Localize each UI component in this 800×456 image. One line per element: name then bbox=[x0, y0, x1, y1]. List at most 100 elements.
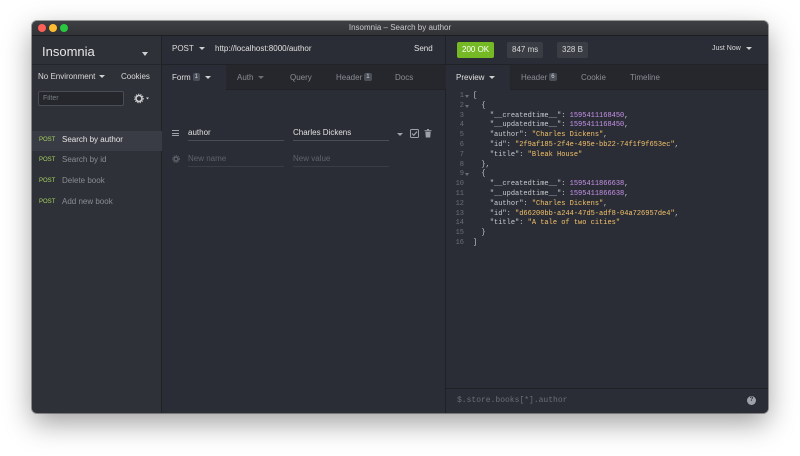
line-number: 8 bbox=[459, 160, 464, 169]
param-options-chevron-down-icon[interactable] bbox=[397, 133, 403, 136]
json-number-value: 1595411866638 bbox=[569, 180, 625, 189]
sidebar-request-add-new-book[interactable]: POST Add new book bbox=[32, 193, 162, 213]
code-line: 3 "__createdtime__": 1595411168450, bbox=[446, 112, 768, 122]
tab-label: Header bbox=[336, 73, 363, 82]
tab-chevron-down-icon bbox=[258, 76, 265, 80]
tab-label: Form bbox=[172, 73, 191, 82]
code-line: 7 "title": "Bleak House" bbox=[446, 151, 768, 161]
json-comma: , bbox=[674, 209, 679, 218]
fold-chevron-down-icon[interactable] bbox=[465, 104, 469, 108]
response-timestamp: Just Now bbox=[712, 45, 741, 52]
line-number: 1 bbox=[459, 92, 464, 100]
json-property: "__createdtime__": 1595411168450, bbox=[489, 111, 629, 120]
fold-chevron-down-icon[interactable] bbox=[465, 95, 469, 98]
json-string-value: "A tale of two cities" bbox=[527, 219, 621, 228]
json-string-value: "Charles Dickens" bbox=[531, 199, 604, 208]
tab-preview[interactable]: Preview bbox=[446, 65, 510, 90]
response-tabs: Preview Header 6 Cookie Timeline bbox=[446, 65, 768, 90]
request-method-badge: POST bbox=[39, 137, 56, 143]
json-comma: , bbox=[603, 199, 608, 208]
fold-chevron-down-icon[interactable] bbox=[465, 173, 469, 177]
tab-label: Query bbox=[290, 73, 312, 82]
tab-label: Cookie bbox=[581, 73, 606, 82]
url-bar: POST http://localhost:8000/author Send bbox=[162, 36, 446, 65]
form-new-param-row: New name New value bbox=[162, 147, 446, 171]
request-method-badge: POST bbox=[39, 199, 56, 205]
tab-label: Auth bbox=[237, 73, 254, 82]
json-property: "author": "Charles Dickens", bbox=[489, 199, 608, 208]
code-line: 5 "author": "Charles Dickens", bbox=[446, 131, 768, 141]
line-number: 3 bbox=[459, 111, 464, 120]
tab-header[interactable]: Header 1 bbox=[336, 65, 372, 90]
tab-cookie[interactable]: Cookie bbox=[581, 65, 606, 90]
json-key: "title" bbox=[489, 219, 520, 228]
line-number: 11 bbox=[455, 190, 464, 198]
tab-query[interactable]: Query bbox=[290, 65, 312, 90]
json-string-value: "2f9af185-2f4e-495e-bb22-74f1f9f653ec" bbox=[515, 141, 675, 149]
tab-docs[interactable]: Docs bbox=[395, 65, 413, 90]
new-param-value-input[interactable]: New value bbox=[293, 151, 389, 167]
json-property: "title": "A tale of two cities" bbox=[489, 219, 621, 228]
json-string-value: "Bleak House" bbox=[527, 150, 583, 159]
drag-handle-icon[interactable] bbox=[172, 130, 179, 136]
param-value-input[interactable]: Charles Dickens bbox=[293, 125, 389, 141]
response-size-badge: 328 B bbox=[557, 42, 588, 58]
method-chevron-down-icon bbox=[198, 47, 205, 51]
json-number-value: 1595411866638 bbox=[569, 190, 625, 198]
sidebar-filter-input[interactable] bbox=[38, 91, 124, 106]
title-bar: Insomnia – Search by author bbox=[32, 21, 768, 36]
json-string-value: "Charles Dickens" bbox=[531, 131, 604, 140]
window-title: Insomnia – Search by author bbox=[348, 23, 452, 32]
response-body-viewer[interactable]: 1[2 {3 "__createdtime__": 1595411168450,… bbox=[446, 92, 768, 392]
line-number: 12 bbox=[455, 199, 464, 208]
tab-chevron-down-icon bbox=[205, 76, 212, 80]
tab-count-badge: 1 bbox=[192, 73, 201, 81]
request-name: Search by id bbox=[62, 155, 107, 164]
code-line: 14 "title": "A tale of two cities" bbox=[446, 219, 768, 229]
tab-auth[interactable]: Auth bbox=[237, 65, 265, 90]
tab-response-header[interactable]: Header 6 bbox=[521, 65, 557, 90]
line-number: 15 bbox=[455, 229, 464, 238]
json-key: "__createdtime__" bbox=[489, 180, 562, 189]
line-number: 9 bbox=[459, 170, 464, 179]
sidebar: Insomnia No Environment Cookies POST Sea… bbox=[32, 36, 162, 413]
json-property: "__updatedtime__": 1595411866638, bbox=[489, 190, 629, 198]
workspace-menu[interactable]: Insomnia bbox=[32, 36, 162, 65]
environment-selector[interactable]: No Environment bbox=[38, 72, 106, 81]
checkbox-checked-icon[interactable] bbox=[410, 129, 419, 138]
status-badge: 200 OK bbox=[457, 42, 495, 58]
response-history-selector[interactable]: Just Now bbox=[712, 45, 752, 52]
param-name-input[interactable]: author bbox=[188, 125, 284, 141]
code-line: 1[ bbox=[446, 92, 768, 102]
tab-label: Docs bbox=[395, 73, 414, 82]
help-icon[interactable]: ? bbox=[747, 396, 756, 405]
json-key: "author" bbox=[489, 131, 524, 140]
send-button[interactable]: Send bbox=[414, 44, 433, 53]
response-time-badge: 847 ms bbox=[507, 42, 544, 58]
tab-timeline[interactable]: Timeline bbox=[630, 65, 660, 90]
line-number: 4 bbox=[459, 121, 464, 130]
app-window: Insomnia – Search by author Insomnia No … bbox=[32, 21, 768, 413]
cookies-button[interactable]: Cookies bbox=[121, 72, 150, 81]
method-selector[interactable]: POST bbox=[172, 44, 205, 53]
new-param-name-input[interactable]: New name bbox=[188, 151, 284, 167]
sidebar-settings-button[interactable] bbox=[133, 92, 153, 105]
sidebar-request-delete-book[interactable]: POST Delete book bbox=[32, 172, 162, 192]
url-input[interactable]: http://localhost:8000/author bbox=[215, 44, 312, 53]
sidebar-request-search-by-author[interactable]: POST Search by author bbox=[32, 131, 162, 151]
trash-icon[interactable] bbox=[424, 129, 432, 138]
response-status-bar: 200 OK 847 ms 328 B Just Now bbox=[446, 36, 768, 65]
line-number: 14 bbox=[455, 219, 464, 228]
code-line: 6 "id": "2f9af185-2f4e-495e-bb22-74f1f9f… bbox=[446, 141, 768, 151]
sidebar-request-search-by-id[interactable]: POST Search by id bbox=[32, 151, 162, 171]
json-property: "__updatedtime__": 1595411168450, bbox=[489, 121, 629, 130]
workspace-chevron-down-icon[interactable] bbox=[142, 52, 148, 56]
code-line: 10 "__createdtime__": 1595411866638, bbox=[446, 180, 768, 190]
code-line: 13 "id": "d66200bb-a244-47d5-adf8-04a726… bbox=[446, 210, 768, 220]
json-number-value: 1595411168450 bbox=[569, 121, 625, 130]
environment-chevron-down-icon bbox=[99, 75, 106, 79]
response-filter-input[interactable]: $.store.books[*].author bbox=[457, 396, 567, 405]
tab-form[interactable]: Form 1 bbox=[162, 65, 226, 90]
tab-count-badge: 6 bbox=[549, 73, 557, 81]
line-number: 5 bbox=[459, 131, 464, 140]
